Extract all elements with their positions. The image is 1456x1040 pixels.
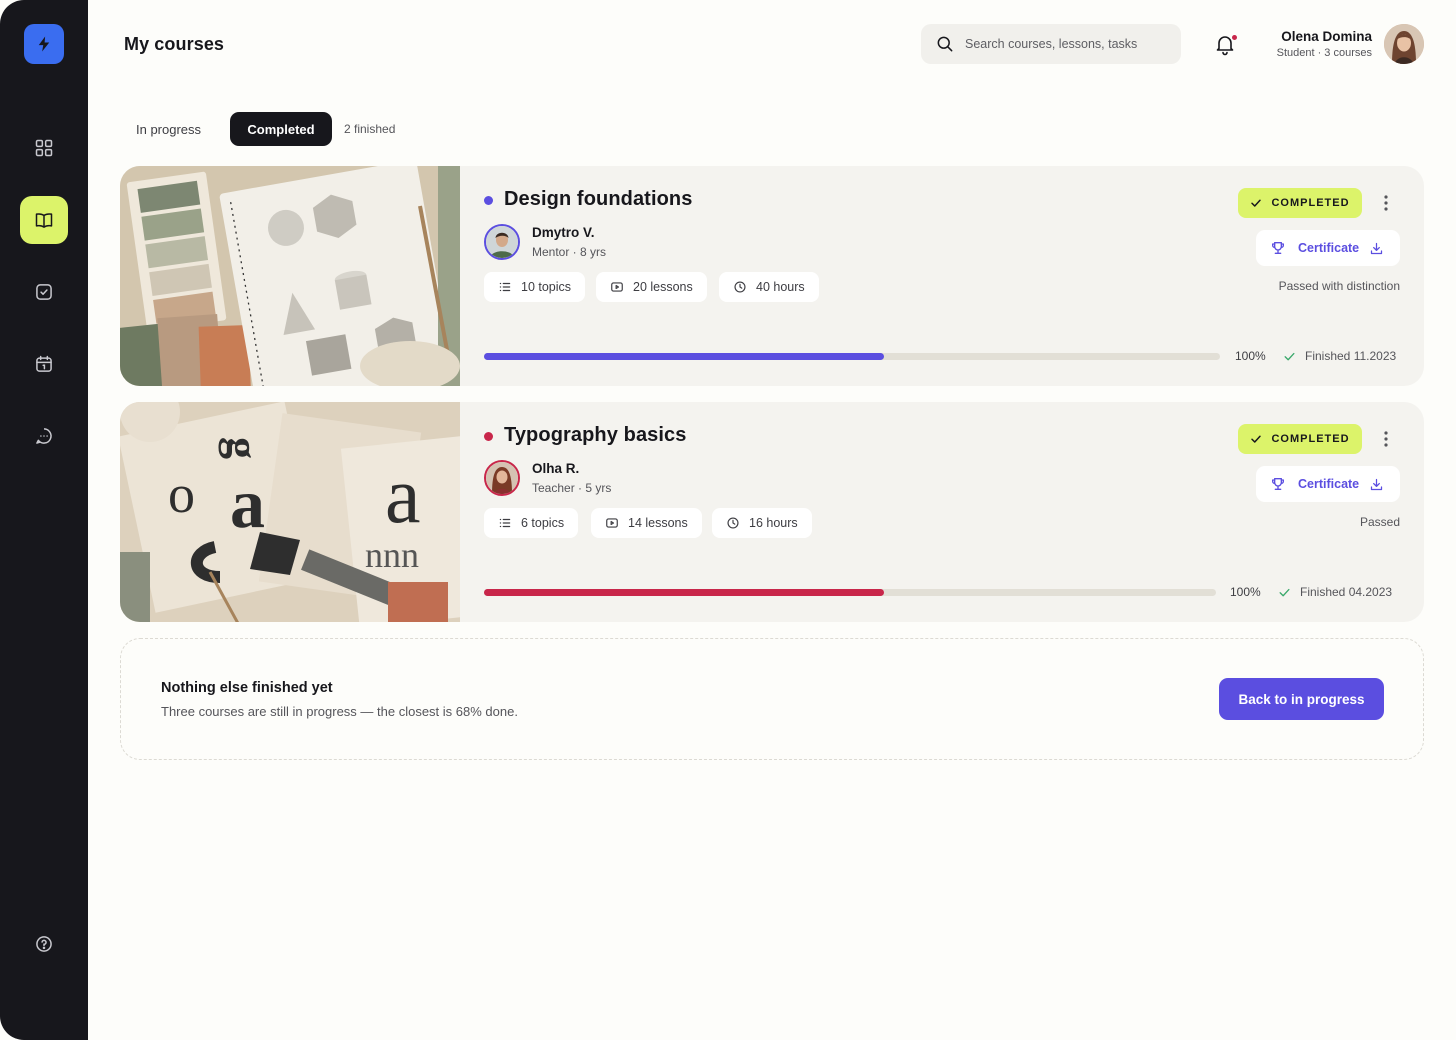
result-note: Passed with distinction	[1278, 279, 1400, 293]
calendar-icon	[36, 355, 52, 372]
svg-text:g: g	[218, 437, 267, 459]
finished-label: Finished 04.2023	[1300, 585, 1393, 599]
sidebar-item-help[interactable]	[20, 920, 68, 968]
sidebar-item-messages[interactable]	[20, 412, 68, 460]
lightning-icon	[38, 36, 50, 52]
user-name: Olena Domina	[1281, 29, 1372, 44]
certificate-label: Certificate	[1298, 241, 1360, 255]
mentor-role: Teacher · 5 yrs	[532, 481, 612, 495]
completed-count: 2 finished	[344, 122, 396, 136]
search-input[interactable]	[965, 37, 1155, 51]
course-color-dot	[484, 196, 493, 205]
lessons-chip: 20 lessons	[596, 272, 707, 302]
status-badge: COMPLETED	[1238, 424, 1362, 454]
course-title[interactable]: Design foundations	[504, 188, 692, 211]
more-options-button[interactable]	[1376, 429, 1396, 449]
status-badge: COMPLETED	[1238, 188, 1362, 218]
check-icon	[1279, 588, 1290, 596]
help-icon	[36, 936, 52, 952]
clock-icon	[727, 517, 739, 529]
topics-count: 10 topics	[521, 280, 572, 294]
trophy-icon	[1272, 478, 1284, 490]
progress-fill	[484, 353, 884, 360]
svg-text:a: a	[385, 452, 421, 540]
course-card[interactable]: Design foundations Dmytro V. Mentor · 8 …	[120, 166, 1424, 386]
user-subtitle: Student · 3 courses	[1276, 47, 1372, 59]
mentor-name: Olha R.	[532, 461, 580, 476]
hours-count: 16 hours	[749, 516, 798, 530]
topics-count: 6 topics	[521, 516, 565, 530]
mentor-name: Dmytro V.	[532, 225, 595, 240]
mentor-role: Mentor · 8 yrs	[532, 245, 607, 259]
list-icon	[499, 518, 511, 528]
lessons-count: 14 lessons	[628, 516, 688, 530]
finished-date: Finished 04.2023	[1278, 585, 1392, 599]
svg-text:nnn: nnn	[365, 535, 419, 575]
sidebar-item-tasks[interactable]	[20, 268, 68, 316]
check-icon	[1251, 199, 1262, 207]
kebab-menu-icon	[1384, 195, 1388, 211]
tab-in-progress[interactable]: In progress	[124, 112, 213, 146]
empty-state-title: Nothing else finished yet	[161, 680, 333, 696]
dashboard-grid-icon	[35, 139, 53, 157]
status-label: COMPLETED	[1271, 433, 1350, 445]
progress-percent: 100%	[1235, 349, 1266, 363]
hours-count: 40 hours	[756, 280, 805, 294]
status-label: COMPLETED	[1271, 197, 1350, 209]
progress-fill	[484, 589, 884, 596]
topics-chip: 6 topics	[484, 508, 579, 538]
sidebar-item-dashboard[interactable]	[20, 124, 68, 172]
video-icon	[611, 282, 623, 292]
check-icon	[1251, 435, 1262, 443]
finished-date: Finished 11.2023	[1283, 349, 1396, 363]
mentor-avatar[interactable]	[484, 224, 520, 260]
course-image: g o a a nnn	[120, 402, 460, 622]
hours-chip: 16 hours	[712, 508, 812, 538]
checkbox-icon	[36, 284, 52, 300]
certificate-label: Certificate	[1298, 477, 1360, 491]
course-color-dot	[484, 432, 493, 441]
lessons-count: 20 lessons	[633, 280, 693, 294]
search-icon	[937, 36, 953, 52]
book-icon	[35, 213, 53, 228]
result-note: Passed	[1359, 515, 1400, 529]
clock-icon	[734, 281, 746, 293]
tab-completed[interactable]: Completed	[230, 112, 332, 146]
check-icon	[1284, 352, 1295, 360]
kebab-menu-icon	[1384, 431, 1388, 447]
certificate-button[interactable]: Certificate	[1256, 230, 1400, 266]
svg-text:a: a	[230, 466, 265, 543]
empty-state-subtitle: Three courses are still in progress — th…	[161, 704, 518, 719]
user-avatar[interactable]	[1384, 24, 1424, 64]
download-icon	[1371, 242, 1383, 254]
progress-bar	[484, 589, 1216, 596]
page-title: My courses	[124, 34, 225, 54]
back-to-in-progress-button[interactable]: Back to in progress	[1219, 678, 1384, 720]
sidebar-item-courses[interactable]	[20, 196, 68, 244]
course-title[interactable]: Typography basics	[504, 424, 687, 447]
list-icon	[499, 282, 511, 292]
course-card[interactable]: g o a a nnn Typography basics Olha R. Te…	[120, 402, 1424, 622]
chat-icon	[36, 428, 52, 444]
progress-percent: 100%	[1230, 585, 1261, 599]
download-icon	[1371, 478, 1383, 490]
mentor-avatar[interactable]	[484, 460, 520, 496]
topics-chip: 10 topics	[484, 272, 586, 302]
empty-state-panel: Nothing else finished yet Three courses …	[120, 638, 1424, 760]
certificate-button[interactable]: Certificate	[1256, 466, 1400, 502]
notification-dot	[1232, 35, 1237, 40]
logo[interactable]	[24, 24, 64, 64]
hours-chip: 40 hours	[719, 272, 819, 302]
progress-bar	[484, 353, 1220, 360]
more-options-button[interactable]	[1376, 193, 1396, 213]
trophy-icon	[1272, 242, 1284, 254]
finished-label: Finished 11.2023	[1305, 349, 1397, 363]
search-box[interactable]	[921, 24, 1181, 64]
video-icon	[606, 518, 618, 528]
course-image	[120, 166, 460, 386]
sidebar-item-calendar[interactable]	[20, 340, 68, 388]
svg-text:o: o	[168, 464, 195, 524]
lessons-chip: 14 lessons	[591, 508, 702, 538]
sidebar	[0, 0, 88, 1040]
